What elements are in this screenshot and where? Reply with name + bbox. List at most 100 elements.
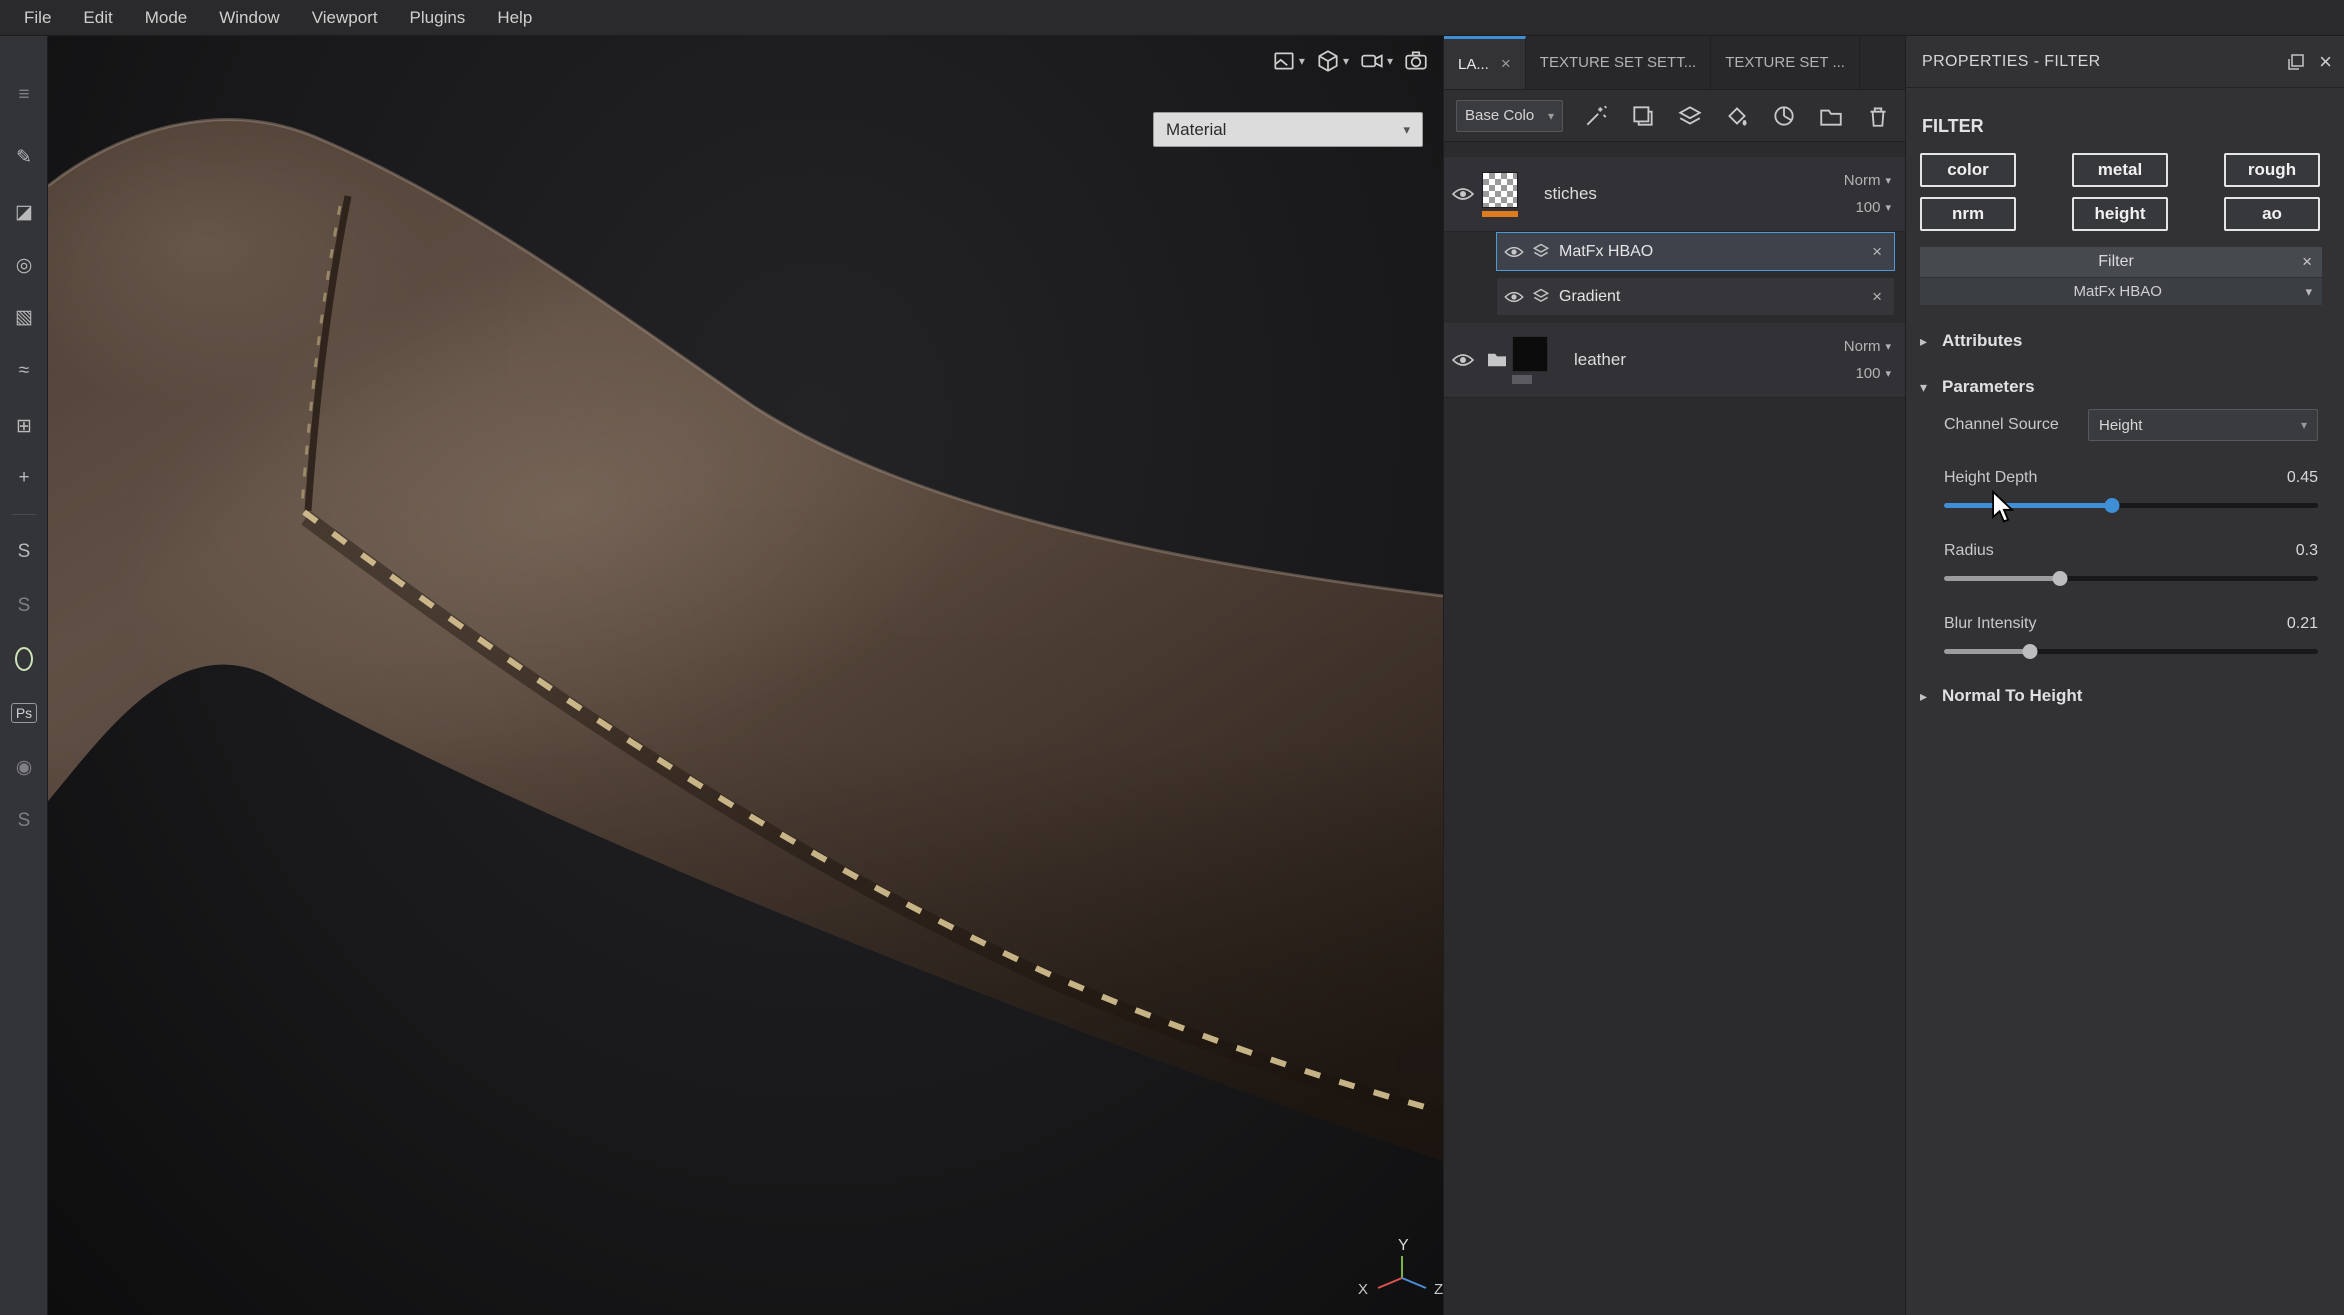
slider-fill [1944, 576, 2060, 581]
add-fill-layer-icon[interactable] [1722, 101, 1752, 131]
channel-source-row: Channel Source Height ▾ [1944, 409, 2318, 441]
channel-toggle-height[interactable]: height [2072, 197, 2168, 231]
channel-toggle-rough[interactable]: rough [2224, 153, 2320, 187]
viewport-2d-view-icon[interactable]: ▾ [1271, 48, 1305, 74]
clone-tool-icon[interactable]: ⊞ [0, 409, 48, 443]
menu-file[interactable]: File [8, 0, 67, 36]
slider-handle[interactable] [2105, 498, 2120, 513]
filter-resource-header: Filter × [1920, 247, 2322, 277]
effect-name[interactable]: Gradient [1551, 288, 1872, 306]
slider-fill [1944, 649, 2030, 654]
substance-source-icon[interactable]: S [0, 804, 48, 838]
remove-effect-icon[interactable]: × [1872, 242, 1894, 262]
layer-list: stiches Norm ▾ 100 ▾ [1444, 142, 1905, 398]
opacity-dropdown[interactable]: 100 ▾ [1855, 365, 1891, 382]
smart-materials-icon[interactable]: S [0, 589, 48, 623]
close-panel-icon[interactable]: × [2319, 49, 2332, 75]
filter-resource-value: MatFx HBAO [1930, 283, 2305, 300]
viewport-3d-view-icon[interactable]: ▾ [1315, 48, 1349, 74]
menu-plugins[interactable]: Plugins [394, 0, 482, 36]
layer-name[interactable]: leather [1564, 350, 1844, 370]
layer-name[interactable]: stiches [1534, 184, 1844, 204]
layer-mask-indicator [1482, 211, 1518, 217]
blend-mode-dropdown[interactable]: Norm ▾ [1844, 172, 1891, 189]
dropdown-arrow-icon: ▾ [1885, 367, 1891, 380]
menu-window[interactable]: Window [203, 0, 295, 36]
tab-texture-set-settings[interactable]: TEXTURE SET SETT... [1526, 36, 1711, 89]
photoshop-export-icon[interactable]: Ps [0, 696, 48, 730]
orb-plugin-icon[interactable]: ◉ [0, 750, 48, 784]
visibility-eye-icon[interactable] [1497, 290, 1531, 304]
assets-shelf-icon[interactable]: S [0, 535, 48, 569]
layer-row-stiches[interactable]: stiches Norm ▾ 100 ▾ [1444, 157, 1905, 232]
float-panel-icon[interactable] [2287, 53, 2305, 71]
panel-grip-icon: ≡ [0, 78, 48, 112]
layer-row-leather[interactable]: leather Norm ▾ 100 ▾ [1444, 323, 1905, 398]
add-layer-icon[interactable] [1675, 101, 1705, 131]
opacity-dropdown[interactable]: 100 ▾ [1855, 199, 1891, 216]
filter-resource-dropdown[interactable]: MatFx HBAO ▾ [1920, 277, 2322, 305]
tab-close-icon[interactable]: × [1501, 54, 1511, 74]
application-window: File Edit Mode Window Viewport Plugins H… [0, 0, 2344, 1315]
effect-name[interactable]: MatFx HBAO [1551, 243, 1872, 261]
active-ring-tool-icon[interactable] [0, 642, 48, 676]
add-effect-icon[interactable] [1628, 101, 1658, 131]
clear-filter-icon[interactable]: × [2302, 252, 2312, 272]
tab-layers[interactable]: LA... × [1444, 36, 1526, 89]
tab-texture-set[interactable]: TEXTURE SET ... [1711, 36, 1860, 89]
opacity-value: 100 [1855, 365, 1880, 382]
remove-effect-icon[interactable]: × [1872, 287, 1894, 307]
folder-icon[interactable] [1482, 351, 1512, 369]
viewport-camera-mode-icon[interactable]: ▾ [1359, 48, 1393, 74]
menu-help[interactable]: Help [481, 0, 548, 36]
blend-mode-dropdown[interactable]: Norm ▾ [1844, 338, 1891, 355]
add-smart-material-icon[interactable] [1769, 101, 1799, 131]
channel-toggle-color[interactable]: color [1920, 153, 2016, 187]
layer-thumbnail[interactable] [1482, 172, 1518, 208]
effect-row-gradient[interactable]: Gradient × [1496, 277, 1895, 316]
smudge-tool-icon[interactable]: ≈ [0, 354, 48, 388]
channel-toggle-nrm[interactable]: nrm [1920, 197, 2016, 231]
material-picker-tool-icon[interactable]: + [0, 461, 48, 495]
toolbar-divider [12, 514, 36, 515]
visibility-eye-icon[interactable] [1444, 352, 1482, 368]
parameters-section-header[interactable]: ▾ Parameters [1906, 377, 2344, 397]
tab-texture-set-settings-label: TEXTURE SET SETT... [1540, 54, 1696, 71]
add-folder-icon[interactable] [1816, 101, 1846, 131]
delete-layer-icon[interactable] [1863, 101, 1893, 131]
eraser-tool-icon[interactable]: ◪ [0, 195, 48, 229]
filter-resource-label: Filter [1930, 253, 2302, 271]
tools-toolbar: ≡ ✎ ◪ ◎ ▧ ≈ ⊞ + S S Ps ◉ S [0, 36, 48, 1315]
visibility-eye-icon[interactable] [1444, 186, 1482, 202]
dropdown-arrow-icon: ▾ [1387, 54, 1393, 68]
layer-thumbnail[interactable] [1512, 336, 1548, 372]
visibility-eye-icon[interactable] [1497, 245, 1531, 259]
menu-edit[interactable]: Edit [67, 0, 128, 36]
slider-handle[interactable] [2023, 644, 2038, 659]
channel-toggle-ao[interactable]: ao [2224, 197, 2320, 231]
normal-to-height-section-header[interactable]: ▸ Normal To Height [1906, 686, 2344, 706]
dropdown-arrow-icon: ▾ [2301, 418, 2307, 432]
channel-source-dropdown[interactable]: Height ▾ [2088, 409, 2318, 441]
menu-mode[interactable]: Mode [129, 0, 204, 36]
radius-slider[interactable] [1944, 570, 2318, 587]
slider-handle[interactable] [2052, 571, 2067, 586]
magic-wand-icon[interactable] [1581, 101, 1611, 131]
effect-icon [1531, 287, 1551, 307]
viewport-display-mode-dropdown[interactable]: Material ▾ [1153, 112, 1423, 147]
axis-gizmo[interactable]: Y X Z [1354, 1236, 1443, 1312]
dropdown-arrow-icon: ▾ [1299, 54, 1305, 68]
attributes-section-header[interactable]: ▸ Attributes [1906, 331, 2344, 351]
projection-tool-icon[interactable]: ◎ [0, 248, 48, 282]
param-blur-intensity: Blur Intensity 0.21 [1944, 613, 2318, 660]
menu-viewport[interactable]: Viewport [296, 0, 394, 36]
screenshot-icon[interactable] [1403, 48, 1429, 74]
polygon-fill-tool-icon[interactable]: ▧ [0, 300, 48, 334]
channel-toggle-metal[interactable]: metal [2072, 153, 2168, 187]
3d-viewport[interactable]: ▾ ▾ ▾ Material ▾ [48, 36, 1443, 1315]
paint-brush-tool-icon[interactable]: ✎ [0, 140, 48, 174]
blur-intensity-slider[interactable] [1944, 643, 2318, 660]
channel-filter-dropdown[interactable]: Base Colo ▾ [1456, 100, 1563, 132]
effect-row-matfx-hbao[interactable]: MatFx HBAO × [1496, 232, 1895, 271]
dock-tab-bar: LA... × TEXTURE SET SETT... TEXTURE SET … [1444, 36, 1905, 90]
